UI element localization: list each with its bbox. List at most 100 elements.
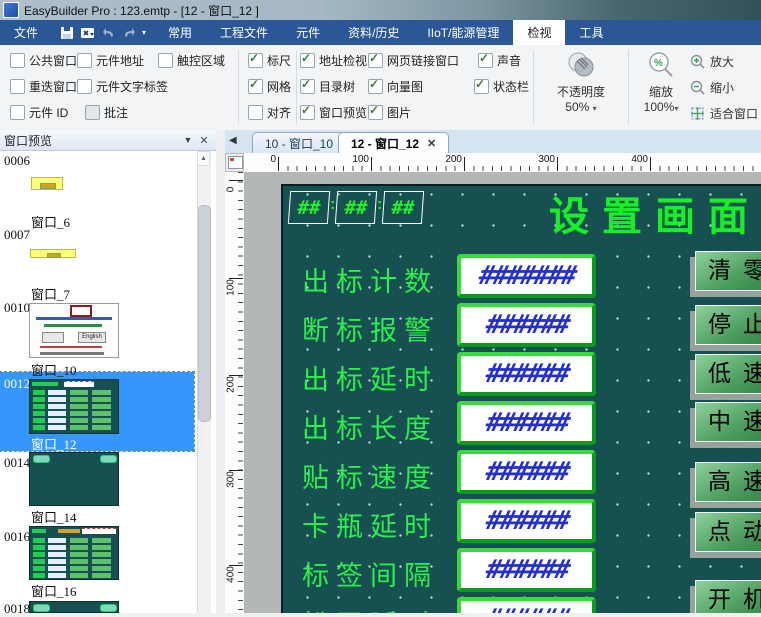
check-window-preview[interactable]: 窗口预览 <box>300 104 367 120</box>
jog-button[interactable]: 点动 <box>695 512 761 552</box>
checkbox[interactable] <box>474 79 489 94</box>
panel-close-icon[interactable]: ✕ <box>196 134 212 147</box>
menu-view[interactable]: 检视 <box>513 20 565 45</box>
undo-icon[interactable] <box>102 26 116 39</box>
checkbox[interactable] <box>77 79 92 94</box>
time-second-box[interactable]: ## <box>382 191 424 224</box>
opacity-value[interactable]: 50% ▾ <box>545 100 617 114</box>
window-thumbnail[interactable] <box>29 526 119 580</box>
window-item-id[interactable]: 0010 <box>4 300 30 316</box>
window-item-name[interactable]: 窗口_14 <box>31 507 77 526</box>
checkbox[interactable] <box>478 53 493 68</box>
window-item-id[interactable]: 0006 <box>4 153 30 169</box>
check-directory-tree[interactable]: 目录树 <box>300 78 355 94</box>
window-thumbnail[interactable] <box>29 601 119 613</box>
panel-menu-icon[interactable]: ▼ <box>180 135 196 145</box>
clear-button[interactable]: 清零 <box>695 251 761 291</box>
check-object-text-label[interactable]: 元件文字标签 <box>77 78 168 94</box>
checkbox[interactable] <box>248 105 263 120</box>
tab-scroll-left-icon[interactable]: ◀ <box>229 135 237 146</box>
save-icon[interactable] <box>60 26 74 40</box>
check-vector-graphics[interactable]: 向量图 <box>368 78 423 94</box>
zoom-in-button[interactable]: 放大 <box>690 53 734 70</box>
checkbox[interactable] <box>85 105 100 120</box>
window-item-name[interactable]: 窗口_6 <box>31 212 70 231</box>
window-item-name[interactable]: 窗口_12 <box>31 434 77 453</box>
window-thumbnail[interactable]: English <box>29 303 119 358</box>
param-field[interactable]: ###### <box>457 499 596 543</box>
checkbox[interactable] <box>77 53 92 68</box>
check-object-address[interactable]: 元件地址 <box>77 52 144 68</box>
menu-project[interactable]: 工程文件 <box>206 20 282 45</box>
checkbox[interactable] <box>10 105 25 120</box>
window-thumbnail[interactable] <box>31 177 63 190</box>
mid-speed-button[interactable]: 中速 <box>695 402 761 442</box>
time-minute-box[interactable]: ## <box>335 191 377 224</box>
compile-download-icon[interactable] <box>80 26 96 40</box>
checkbox[interactable] <box>248 79 263 94</box>
param-field[interactable]: ###### <box>457 450 596 494</box>
checkbox[interactable] <box>248 53 263 68</box>
window-item-name[interactable]: 窗口_7 <box>31 284 70 303</box>
checkbox[interactable] <box>368 79 383 94</box>
window-item-id[interactable]: 0007 <box>4 227 30 243</box>
zoom-out-button[interactable]: 缩小 <box>690 79 734 96</box>
window-thumbnail[interactable] <box>29 379 119 434</box>
check-comment[interactable]: 批注 <box>85 104 128 120</box>
param-field[interactable]: ###### <box>457 303 596 347</box>
design-canvas[interactable]: ## : ## : ## 设置画面 出标计数 ####### 断标报警 ####… <box>244 172 761 613</box>
time-hour-box[interactable]: ## <box>288 191 330 224</box>
menu-iiot-energy[interactable]: IIoT/能源管理 <box>413 20 513 45</box>
menu-data-history[interactable]: 资料/历史 <box>334 20 413 45</box>
window-thumbnail[interactable] <box>30 249 76 258</box>
tab-window-12[interactable]: 12 - 窗口_12 ✕ <box>338 132 449 153</box>
checkbox[interactable] <box>300 79 315 94</box>
param-field[interactable]: ###### <box>457 548 596 592</box>
stop-button[interactable]: 停止 <box>695 305 761 345</box>
fit-window-button[interactable]: 适合窗口 <box>690 105 758 122</box>
param-field[interactable]: ###### <box>457 352 596 396</box>
window-item-id[interactable]: 0018 <box>4 601 30 617</box>
check-overlap-window[interactable]: 重迭窗口 <box>10 78 77 94</box>
param-field[interactable]: ###### <box>457 597 596 613</box>
start-button[interactable]: 开机 <box>695 580 761 613</box>
checkbox[interactable] <box>10 79 25 94</box>
check-sound[interactable]: 声音 <box>478 52 521 68</box>
window-item-id[interactable]: 0012 <box>4 376 30 392</box>
window-item-name[interactable]: 窗口_10 <box>31 360 77 379</box>
window-item-id[interactable]: 0014 <box>4 455 30 471</box>
opacity-control[interactable]: 不透明度 50% ▾ <box>545 50 617 114</box>
window-item-name[interactable]: 窗口_16 <box>31 581 77 600</box>
sidebar-scroll-thumb[interactable] <box>198 205 211 422</box>
checkbox[interactable] <box>368 105 383 120</box>
checkbox[interactable] <box>10 53 25 68</box>
check-weblink-window[interactable]: 网页链接窗口 <box>368 52 459 68</box>
checkbox[interactable] <box>300 105 315 120</box>
menu-object[interactable]: 元件 <box>282 20 334 45</box>
scroll-up-icon[interactable]: ▲ <box>197 151 210 166</box>
check-common-window[interactable]: 公共窗口 <box>10 52 77 68</box>
menu-home[interactable]: 常用 <box>154 20 206 45</box>
high-speed-button[interactable]: 高速 <box>695 462 761 502</box>
window-item-id[interactable]: 0016 <box>4 529 30 545</box>
check-grid[interactable]: 网格 <box>248 78 291 94</box>
param-field[interactable]: ####### <box>457 254 596 298</box>
checkbox[interactable] <box>368 53 383 68</box>
panel-splitter[interactable] <box>216 130 225 613</box>
check-picture[interactable]: 图片 <box>368 104 411 120</box>
low-speed-button[interactable]: 低速 <box>695 354 761 394</box>
check-status-bar[interactable]: 状态栏 <box>474 78 529 94</box>
tab-window-10[interactable]: 10 - 窗口_10 <box>252 132 346 153</box>
window-thumbnail[interactable] <box>29 452 119 506</box>
redo-icon[interactable] <box>122 26 136 39</box>
qat-more-icon[interactable]: ▾ <box>142 28 146 37</box>
check-object-id[interactable]: 元件 ID <box>10 104 68 120</box>
check-touch-area[interactable]: 触控区域 <box>158 52 225 68</box>
menu-file[interactable]: 文件 <box>0 20 52 45</box>
zoom-control[interactable]: % 缩放 100%▾ <box>636 50 686 114</box>
checkbox[interactable] <box>158 53 173 68</box>
menu-tool[interactable]: 工具 <box>565 20 617 45</box>
check-ruler[interactable]: 标尺 <box>248 52 291 68</box>
checkbox[interactable] <box>300 53 315 68</box>
tab-close-icon[interactable]: ✕ <box>427 137 436 150</box>
